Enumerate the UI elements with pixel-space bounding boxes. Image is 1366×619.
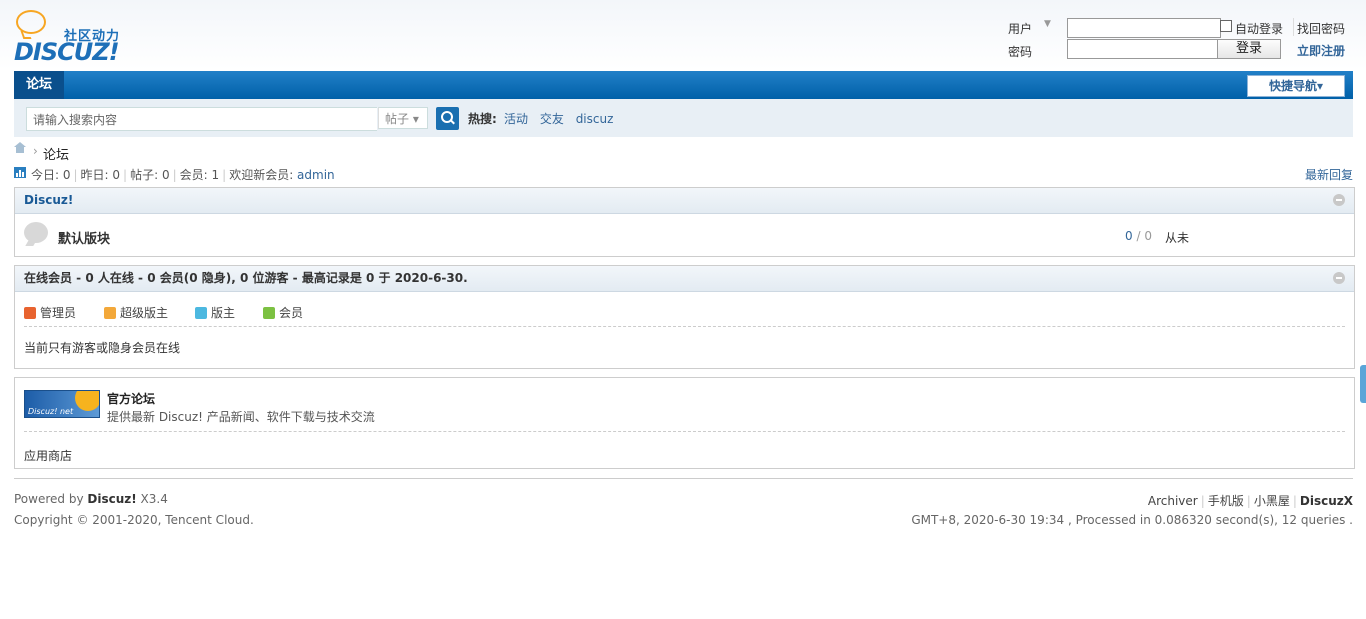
official-forum-desc: 提供最新 Discuz! 产品新闻、软件下载与技术交流 <box>107 410 375 424</box>
breadcrumb-current: 论坛 <box>43 148 70 163</box>
forum-category: Discuz! 默认版块 0 / 0 从未 <box>14 187 1355 257</box>
processed-info: GMT+8, 2020-6-30 19:34 , Processed in 0.… <box>911 513 1353 527</box>
speech-bubble-icon <box>16 10 46 34</box>
post-count: 0 <box>1144 229 1152 243</box>
login-form: 用户 ▼ 自动登录 找回密码 密码 登录 立即注册 <box>1008 18 1353 62</box>
legend-admin: 管理员 <box>24 304 76 321</box>
user-label: 用户 <box>1008 22 1033 36</box>
password-input[interactable] <box>1067 39 1221 59</box>
home-icon[interactable] <box>14 142 26 155</box>
auto-login-label[interactable]: 自动登录 <box>1235 20 1283 37</box>
logo-wordmark: DISCUZ! <box>14 38 120 66</box>
stat-yesterday: 昨日: 0 <box>80 168 121 182</box>
footer-links: Archiver | 手机版 | 小黑屋 | DiscuzX <box>1147 494 1353 508</box>
copyright: Copyright © 2001-2020, Tencent Cloud. <box>14 513 254 527</box>
collapse-icon[interactable] <box>1333 272 1345 284</box>
forum-row: 默认版块 0 / 0 从未 <box>15 214 1354 256</box>
username-input[interactable] <box>1067 18 1221 38</box>
footer: Powered by Discuz! X3.4 Copyright © 2001… <box>14 478 1353 539</box>
thread-count: 0 <box>1125 229 1133 243</box>
hot-link-discuz[interactable]: discuz <box>576 112 614 126</box>
search-placeholder: 请输入搜索内容 <box>33 113 118 127</box>
new-member-link[interactable]: admin <box>297 168 335 182</box>
search-type-select[interactable]: 帖子 ▾ <box>378 107 428 129</box>
stats-chart-icon <box>14 167 26 178</box>
legend-moderator: 版主 <box>195 304 235 321</box>
hot-link-activity[interactable]: 活动 <box>504 112 528 126</box>
stat-posts: 帖子: 0 <box>130 168 170 182</box>
legend-member: 会员 <box>263 304 303 321</box>
search-icon[interactable] <box>436 107 459 130</box>
nav-tab-forum[interactable]: 论坛 <box>14 71 65 99</box>
login-button[interactable]: 登录 <box>1217 39 1281 59</box>
hot-search-label: 热搜: <box>468 112 497 126</box>
main-nav: 论坛 快捷导航▾ <box>14 71 1353 99</box>
stat-today: 今日: 0 <box>31 168 71 182</box>
archiver-link[interactable]: Archiver <box>1148 494 1198 508</box>
search-bar: 请输入搜索内容 帖子 ▾ 热搜: 活动 交友 discuz <box>14 99 1353 137</box>
blacklist-link[interactable]: 小黑屋 <box>1254 494 1290 508</box>
latest-reply-link[interactable]: 最新回复 <box>1305 166 1353 183</box>
legend-super-moderator: 超级版主 <box>104 304 168 321</box>
super-moderator-user-icon <box>104 307 116 319</box>
user-type-arrow-icon[interactable]: ▼ <box>1044 19 1051 29</box>
category-title[interactable]: Discuz! <box>24 193 73 207</box>
discuzx-link[interactable]: DiscuzX <box>1300 494 1353 508</box>
register-link[interactable]: 立即注册 <box>1297 42 1345 59</box>
powered-by: Powered by Discuz! X3.4 <box>14 492 168 506</box>
divider <box>1293 18 1294 36</box>
official-forum-title[interactable]: 官方论坛 <box>107 390 155 407</box>
breadcrumb-separator: › <box>33 144 38 158</box>
header: 社区动力 DISCUZ! 用户 ▼ 自动登录 找回密码 密码 登录 立即注册 <box>0 0 1366 70</box>
find-password-link[interactable]: 找回密码 <box>1297 20 1345 37</box>
official-forum-banner[interactable]: Discuz! net <box>24 390 100 418</box>
forum-name[interactable]: 默认版块 <box>58 228 110 247</box>
forum-counts: 0 / 0 <box>1125 229 1152 243</box>
discuz-link[interactable]: Discuz! <box>87 492 136 506</box>
search-input[interactable]: 请输入搜索内容 <box>26 107 377 131</box>
forum-bubble-icon <box>24 222 48 243</box>
collapse-icon[interactable] <box>1333 194 1345 206</box>
hot-link-friends[interactable]: 交友 <box>540 112 564 126</box>
auto-login-checkbox[interactable] <box>1220 20 1232 32</box>
stat-members: 会员: 1 <box>179 168 220 182</box>
online-members: 在线会员 - 0 人在线 - 0 会员(0 隐身), 0 位游客 - 最高记录是… <box>14 265 1355 369</box>
last-post: 从未 <box>1165 231 1190 245</box>
mobile-link[interactable]: 手机版 <box>1208 494 1244 508</box>
side-handle[interactable] <box>1360 365 1366 403</box>
welcome-label: 欢迎新会员: <box>229 168 298 182</box>
admin-user-icon <box>24 307 36 319</box>
discuz-logo[interactable]: 社区动力 DISCUZ! <box>14 8 134 66</box>
moderator-user-icon <box>195 307 207 319</box>
online-message: 当前只有游客或隐身会员在线 <box>24 341 181 355</box>
member-legend: 管理员 超级版主 版主 会员 <box>24 292 1345 327</box>
forum-stats: 今日: 0 | 昨日: 0 | 帖子: 0 | 会员: 1 | 欢迎新会员: admin 最新回… <box>14 166 1353 182</box>
breadcrumb: › 论坛 <box>14 142 1353 163</box>
online-title[interactable]: 在线会员 - 0 人在线 - 0 会员(0 隐身), 0 位游客 - 最高记录是… <box>24 271 468 285</box>
hot-search-links: 活动 交友 discuz <box>504 110 621 127</box>
app-store-link[interactable]: 应用商店 <box>24 449 72 463</box>
password-label: 密码 <box>1008 45 1033 59</box>
quick-nav-button[interactable]: 快捷导航▾ <box>1247 75 1345 97</box>
member-user-icon <box>263 307 275 319</box>
friend-links: Discuz! net 官方论坛 提供最新 Discuz! 产品新闻、软件下载与… <box>14 377 1355 469</box>
